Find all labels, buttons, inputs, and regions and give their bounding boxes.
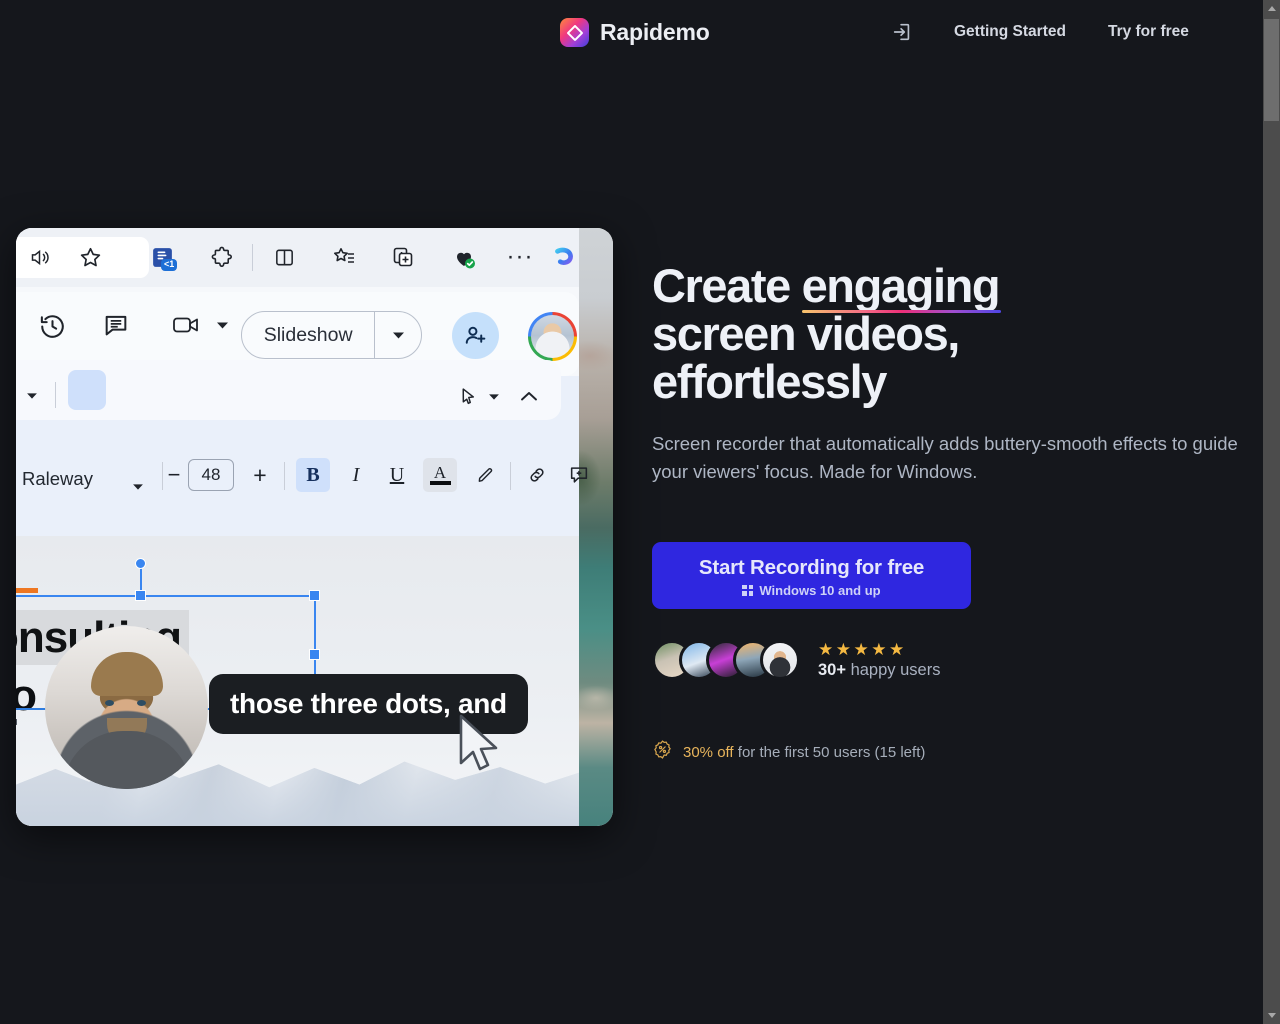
hero-section: Create engaging screen videos, effortles… [652, 262, 1252, 765]
share-add-person-button[interactable] [452, 312, 499, 359]
selection-handle-top-right[interactable] [309, 590, 320, 601]
scroll-down-arrow[interactable] [1263, 1007, 1280, 1024]
promo-rest: for the first 50 users (15 left) [733, 743, 926, 761]
scroll-up-arrow[interactable] [1263, 0, 1280, 17]
brand-name: Rapidemo [600, 19, 710, 45]
health-performance-icon[interactable] [448, 242, 480, 274]
slideshow-caret-icon[interactable] [375, 331, 421, 340]
selection-rotate-handle[interactable] [135, 558, 146, 569]
selection-handle-middle-right[interactable] [309, 649, 320, 660]
cta-sub-label-row: Windows 10 and up [742, 582, 881, 598]
decrease-font-size-button[interactable]: − [157, 458, 191, 492]
video-camera-icon[interactable] [170, 310, 204, 340]
start-recording-button[interactable]: Start Recording for free Windows 10 and … [652, 542, 971, 609]
avatar [760, 640, 800, 680]
left-caret-icon[interactable] [22, 386, 42, 406]
headline-line1-prefix: Create [652, 259, 802, 312]
rapidemo-logo-icon [560, 18, 589, 47]
nav-try-for-free[interactable]: Try for free [1108, 23, 1189, 41]
format-toolbar: Raleway − 48 + B I U A [16, 432, 588, 536]
text-color-button[interactable]: A [423, 458, 457, 492]
pointer-caret-icon[interactable] [484, 387, 504, 407]
site-header: Rapidemo Getting Started Try for free [0, 0, 1263, 64]
slide-tiny-text: psu [16, 716, 18, 728]
headline-line2: screen videos, [652, 307, 960, 360]
slideshow-button[interactable]: Slideshow [241, 311, 422, 359]
favorite-star-icon[interactable] [74, 241, 106, 273]
slide-accent-dash [16, 588, 38, 593]
immersive-reader-icon[interactable]: <1 [147, 242, 178, 272]
immersive-reader-badge: <1 [161, 259, 178, 271]
user-count: 30+ [818, 660, 846, 679]
chevron-up-icon[interactable] [516, 383, 542, 409]
comment-icon[interactable] [100, 309, 132, 341]
format-divider-2 [284, 462, 285, 490]
star-rating: ★★★★★ [818, 639, 907, 659]
overflow-divider [55, 382, 56, 408]
slide-sub-text[interactable]: ro [16, 671, 37, 721]
social-proof: ★★★★★ 30+ happy users [652, 640, 1252, 680]
font-family-caret-icon[interactable] [128, 477, 148, 497]
browser-toolbar: <1 ··· [16, 228, 579, 287]
selection-handle-top[interactable] [135, 590, 146, 601]
underline-button[interactable]: U [380, 458, 414, 492]
text-color-swatch [429, 481, 451, 485]
toolbar-overflow-bar [16, 360, 579, 432]
selection-top-edge [16, 595, 316, 597]
text-color-label: A [433, 463, 447, 482]
more-options-icon[interactable]: ··· [505, 242, 535, 272]
user-count-suffix: happy users [846, 660, 941, 679]
insert-link-icon[interactable] [520, 458, 554, 492]
split-screen-icon[interactable] [269, 242, 299, 272]
version-history-icon[interactable] [35, 309, 69, 343]
cta-main-label: Start Recording for free [698, 555, 925, 579]
nav-getting-started[interactable]: Getting Started [954, 23, 1066, 41]
google-account-avatar[interactable] [528, 312, 577, 361]
bold-button[interactable]: B [296, 458, 330, 492]
demo-video-panel[interactable]: <1 ··· Slideshow Raleway − 48 + B I U A … [16, 228, 613, 826]
promo-text: 30% off for the first 50 users (15 left) [683, 744, 925, 761]
header-nav: Getting Started Try for free [885, 0, 1189, 64]
format-divider-3 [510, 462, 511, 490]
cta-sub-label: Windows 10 and up [759, 582, 881, 598]
happy-users-text: 30+ happy users [818, 661, 940, 680]
headline-underlined-word: engaging [801, 259, 1001, 312]
login-arrow-icon[interactable] [885, 15, 919, 49]
page-title: Create engaging screen videos, effortles… [652, 262, 1252, 406]
brand[interactable]: Rapidemo [560, 18, 710, 47]
italic-button[interactable]: I [339, 458, 373, 492]
avatar-group [652, 640, 800, 680]
slideshow-label: Slideshow [263, 323, 353, 346]
font-family-select[interactable]: Raleway [22, 468, 93, 490]
toolbar-divider [252, 244, 253, 271]
highlight-pen-icon[interactable] [469, 458, 503, 492]
collections-icon[interactable] [329, 242, 359, 272]
browser-window: <1 ··· Slideshow Raleway − 48 + B I U A … [16, 228, 588, 826]
more-vertical-icon[interactable] [68, 370, 106, 410]
mouse-cursor-icon [456, 713, 504, 780]
pointer-tool-icon[interactable] [454, 382, 482, 410]
rating-block: ★★★★★ 30+ happy users [818, 641, 940, 680]
browser-essentials-icon[interactable] [388, 242, 418, 272]
increase-font-size-button[interactable]: + [243, 458, 277, 492]
video-options-caret-icon[interactable] [212, 315, 232, 335]
font-size-input[interactable]: 48 [188, 459, 234, 491]
extensions-puzzle-icon[interactable] [207, 242, 237, 272]
read-aloud-icon[interactable] [24, 242, 54, 272]
headline-line3: effortlessly [652, 355, 887, 408]
copilot-icon[interactable] [547, 240, 581, 274]
windows-logo-icon [742, 584, 754, 596]
webcam-bubble[interactable] [45, 626, 208, 789]
discount-badge-icon [652, 739, 673, 765]
promo-highlight: 30% off [683, 743, 734, 761]
page-scrollbar[interactable] [1263, 0, 1280, 1024]
hero-subtitle: Screen recorder that automatically adds … [652, 433, 1238, 482]
scrollbar-thumb[interactable] [1264, 19, 1279, 121]
promo-banner: 30% off for the first 50 users (15 left) [652, 739, 1252, 765]
add-comment-icon[interactable] [562, 458, 596, 492]
